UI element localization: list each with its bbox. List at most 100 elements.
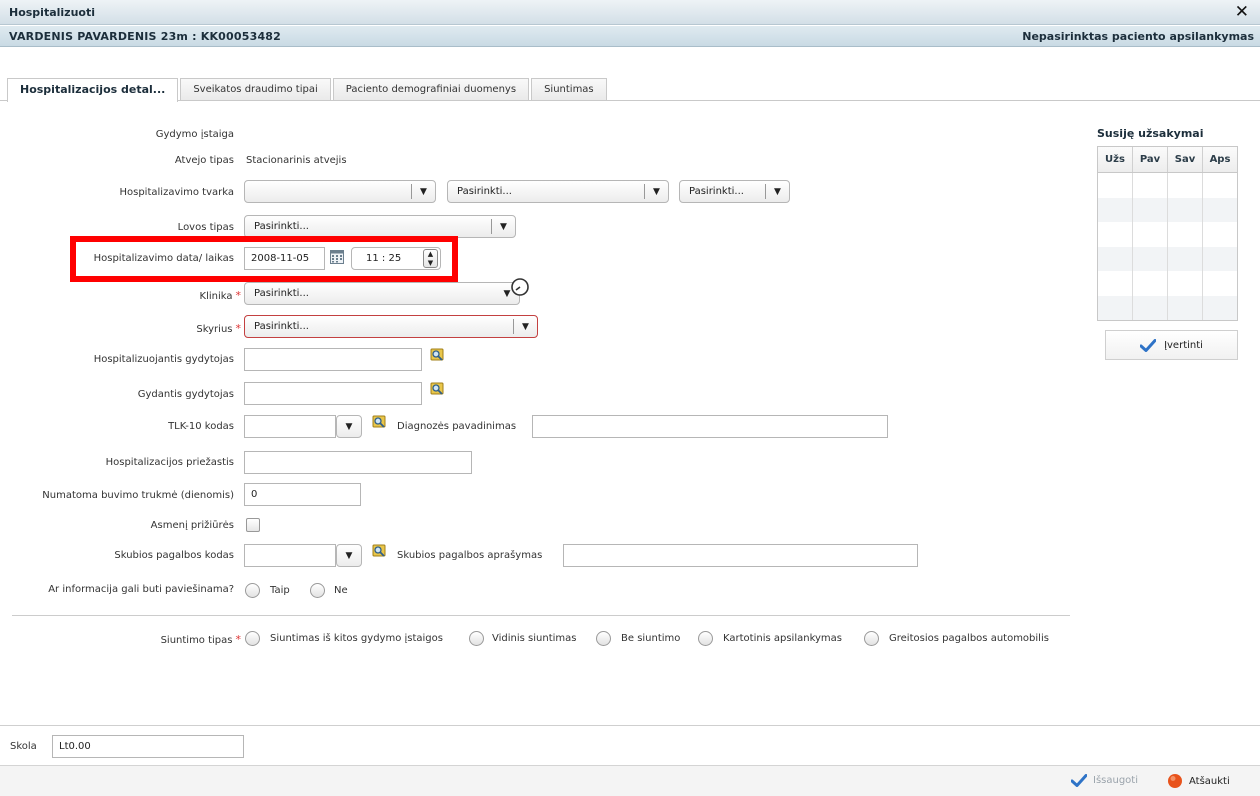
table-row bbox=[1098, 197, 1237, 223]
label-case-type: Atvejo tipas bbox=[174, 155, 234, 166]
form-divider bbox=[12, 615, 1070, 616]
tab-bar: Hospitalizacijos detal... Sveikatos drau… bbox=[7, 78, 609, 102]
radio-referral-repeat-visit[interactable] bbox=[698, 631, 713, 646]
table-row bbox=[1098, 271, 1237, 296]
label-clinic: Klinika * bbox=[200, 289, 241, 302]
column-header[interactable]: Pav bbox=[1133, 147, 1168, 172]
label-department-text: Skyrius bbox=[196, 324, 233, 335]
caretaker-checkbox[interactable] bbox=[246, 518, 260, 532]
hospitalization-order-select[interactable]: ▼ bbox=[244, 180, 436, 203]
tab-hospitalization-details[interactable]: Hospitalizacijos detal... bbox=[7, 78, 179, 102]
label-emergency-code: Skubios pagalbos kodas bbox=[114, 550, 234, 561]
chevron-down-icon: ▼ bbox=[345, 421, 353, 432]
evaluate-button[interactable]: Įvertinti bbox=[1105, 330, 1238, 360]
table-row bbox=[1098, 246, 1237, 272]
footer-divider bbox=[0, 725, 1260, 726]
bed-type-select[interactable]: Pasirinkti... ▼ bbox=[244, 215, 516, 238]
label-admitting-doctor: Hospitalizuojantis gydytojas bbox=[93, 354, 234, 365]
evaluate-button-label: Įvertinti bbox=[1164, 339, 1203, 351]
required-mark: * bbox=[235, 289, 242, 302]
hospitalization-reason-input[interactable] bbox=[244, 451, 472, 474]
cancel-button[interactable]: Atšaukti bbox=[1167, 773, 1230, 789]
label-diagnosis-name: Diagnozės pavadinimas bbox=[397, 421, 517, 432]
radio-referral-repeat-visit-label: Kartotinis apsilankymas bbox=[723, 633, 843, 644]
patient-name-id: VARDENIS PAVARDENIS 23m : KK00053482 bbox=[9, 30, 282, 43]
chevron-down-icon: ▼ bbox=[345, 550, 353, 561]
chevron-down-icon: ▼ bbox=[644, 184, 668, 199]
table-row bbox=[1098, 222, 1237, 247]
label-clinic-text: Klinika bbox=[199, 291, 233, 302]
treating-doctor-input[interactable] bbox=[244, 382, 422, 405]
radio-info-yes[interactable] bbox=[245, 583, 260, 598]
radio-referral-internal[interactable] bbox=[469, 631, 484, 646]
icd10-dropdown-button[interactable]: ▼ bbox=[336, 415, 362, 438]
emergency-code-input[interactable] bbox=[244, 544, 336, 567]
footer-bar: Išsaugoti Atšaukti bbox=[0, 765, 1260, 796]
radio-referral-none[interactable] bbox=[596, 631, 611, 646]
checkmark-icon bbox=[1140, 338, 1157, 352]
emergency-dropdown-button[interactable]: ▼ bbox=[336, 544, 362, 567]
related-orders-table: Užs Pav Sav Aps bbox=[1097, 146, 1238, 321]
visit-status: Nepasirinktas paciento apsilankymas bbox=[1022, 30, 1254, 43]
checkmark-icon bbox=[1071, 774, 1087, 787]
related-orders-title: Susiję užsakymai bbox=[1097, 127, 1204, 140]
hospitalization-order-select-2[interactable]: Pasirinkti... ▼ bbox=[447, 180, 669, 203]
required-mark: * bbox=[235, 633, 242, 646]
lookup-icon[interactable] bbox=[429, 381, 445, 400]
radio-referral-ambulance-label: Greitosios pagalbos automobilis bbox=[889, 633, 1049, 644]
chevron-down-icon: ▼ bbox=[765, 184, 789, 199]
radio-info-no[interactable] bbox=[310, 583, 325, 598]
label-department: Skyrius * bbox=[196, 322, 241, 335]
debt-input[interactable]: Lt0.00 bbox=[52, 735, 244, 758]
chevron-down-icon: ▼ bbox=[411, 184, 435, 199]
label-treating-doctor: Gydantis gydytojas bbox=[137, 389, 234, 400]
column-header[interactable]: Sav bbox=[1168, 147, 1203, 172]
expected-stay-input[interactable]: 0 bbox=[244, 483, 361, 506]
close-icon[interactable]: ✕ bbox=[1235, 2, 1249, 22]
radio-info-no-label: Ne bbox=[334, 585, 348, 596]
emergency-description-input[interactable] bbox=[563, 544, 918, 567]
label-caretaker: Asmenį prižiūrės bbox=[150, 520, 234, 531]
window-title: Hospitalizuoti bbox=[9, 6, 95, 19]
lookup-icon[interactable] bbox=[371, 543, 387, 562]
clinic-select-value: Pasirinkti... bbox=[254, 288, 309, 299]
tab-patient-demographics[interactable]: Paciento demografiniai duomenys bbox=[332, 78, 530, 101]
hospitalization-order-select-2-value: Pasirinkti... bbox=[457, 186, 512, 197]
table-row bbox=[1098, 295, 1237, 320]
radio-referral-other-institution[interactable] bbox=[245, 631, 260, 646]
label-info-public: Ar informacija gali buti paviešinama? bbox=[48, 584, 234, 595]
label-debt: Skola bbox=[10, 741, 37, 752]
highlight-box bbox=[70, 236, 458, 282]
department-select-value: Pasirinkti... bbox=[254, 321, 309, 332]
label-expected-stay: Numatoma buvimo trukmė (dienomis) bbox=[42, 490, 234, 501]
radio-referral-ambulance[interactable] bbox=[864, 631, 879, 646]
radio-referral-internal-label: Vidinis siuntimas bbox=[492, 633, 577, 644]
radio-info-yes-label: Taip bbox=[270, 585, 290, 596]
save-button[interactable]: Išsaugoti bbox=[1071, 774, 1138, 787]
tab-divider bbox=[0, 100, 1260, 101]
bed-type-select-value: Pasirinkti... bbox=[254, 221, 309, 232]
admitting-doctor-input[interactable] bbox=[244, 348, 422, 371]
save-button-label: Išsaugoti bbox=[1093, 775, 1138, 786]
hospitalization-order-select-3[interactable]: Pasirinkti... ▼ bbox=[679, 180, 790, 203]
clock-icon[interactable] bbox=[510, 277, 530, 300]
label-referral-type: Siuntimo tipas * bbox=[161, 633, 241, 646]
label-emergency-description: Skubios pagalbos aprašymas bbox=[397, 550, 543, 561]
label-bed-type: Lovos tipas bbox=[177, 222, 234, 233]
label-hospitalization-order: Hospitalizavimo tvarka bbox=[119, 187, 234, 198]
icd10-code-input[interactable] bbox=[244, 415, 336, 438]
cancel-button-label: Atšaukti bbox=[1189, 775, 1230, 787]
radio-referral-other-institution-label: Siuntimas iš kitos gydymo įstaigos bbox=[270, 633, 443, 644]
lookup-icon[interactable] bbox=[371, 414, 387, 433]
chevron-down-icon: ▼ bbox=[491, 219, 515, 234]
column-header[interactable]: Užs bbox=[1098, 147, 1133, 172]
label-icd10-code: TLK-10 kodas bbox=[168, 421, 234, 432]
tab-insurance-types[interactable]: Sveikatos draudimo tipai bbox=[180, 78, 331, 101]
tab-referral[interactable]: Siuntimas bbox=[531, 78, 607, 101]
lookup-icon[interactable] bbox=[429, 347, 445, 366]
clinic-select[interactable]: Pasirinkti... ▼ bbox=[244, 282, 520, 305]
diagnosis-name-input[interactable] bbox=[532, 415, 888, 438]
table-row bbox=[1098, 173, 1237, 198]
column-header[interactable]: Aps bbox=[1203, 147, 1237, 172]
department-select[interactable]: Pasirinkti... ▼ bbox=[244, 315, 538, 338]
